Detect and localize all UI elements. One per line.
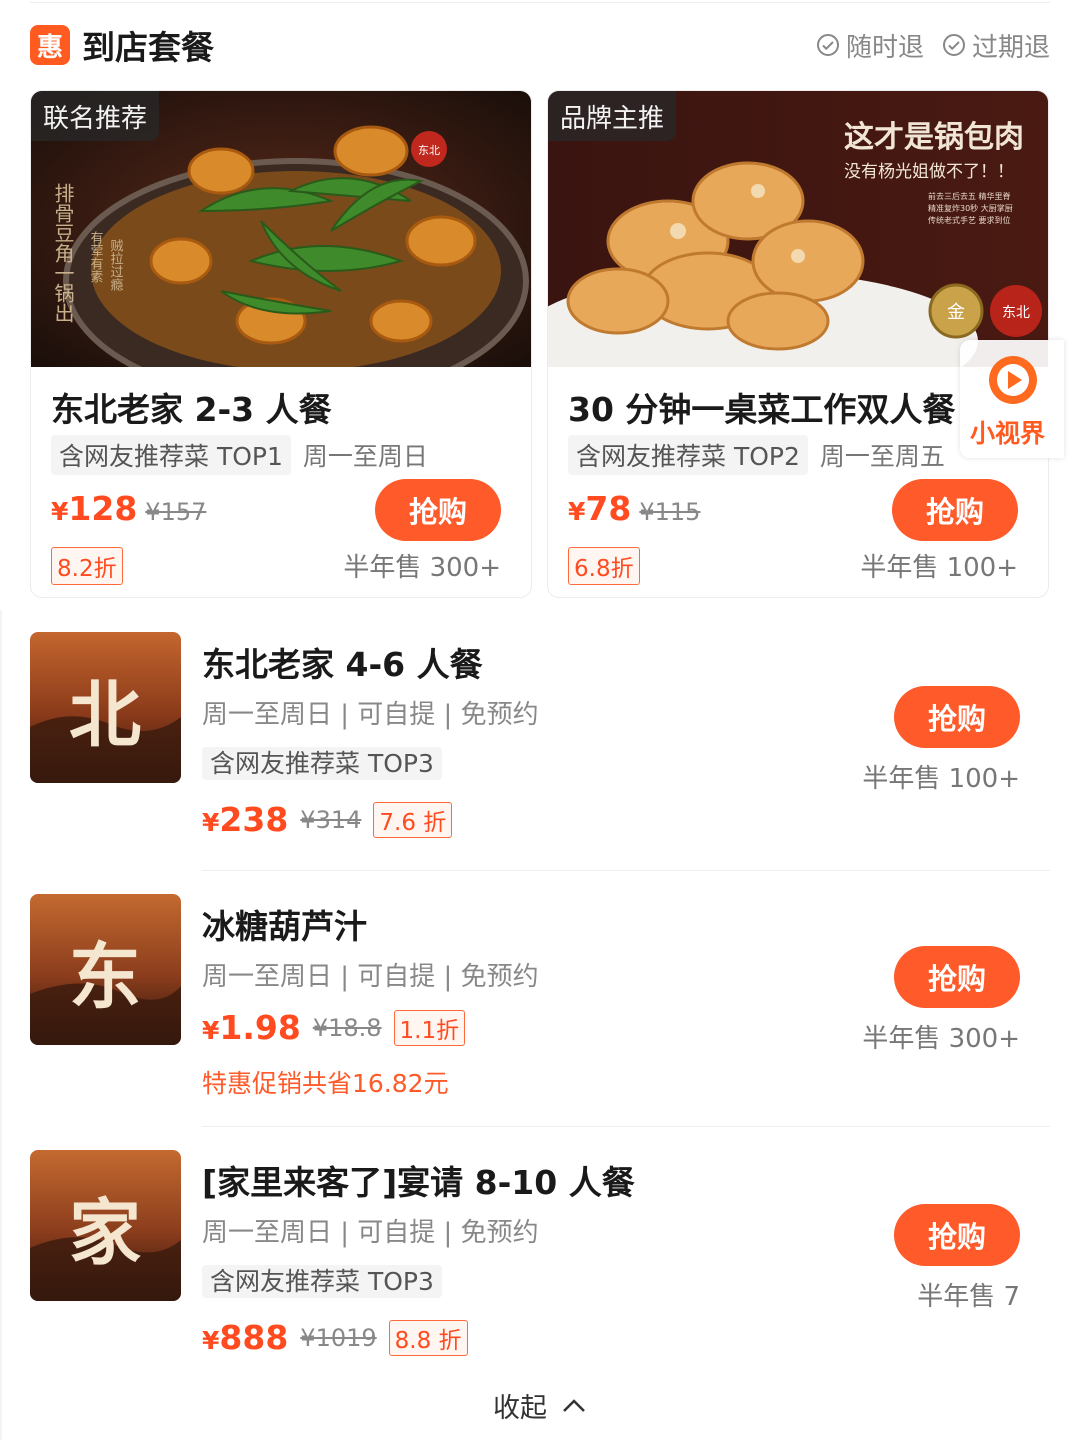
image-side-text: 贼拉过瘾 bbox=[108, 239, 124, 291]
original-price: ¥1019 bbox=[300, 1323, 377, 1352]
image-vertical-text: 排骨豆角一锅出 bbox=[51, 183, 75, 323]
price-row: ¥78 ¥115 bbox=[568, 489, 700, 528]
original-price: ¥18.8 bbox=[312, 1013, 382, 1042]
deal-meta: 周一至周日 | 可自提 | 免预约 bbox=[202, 1218, 539, 1248]
deal-title: 冰糖葫芦汁 bbox=[202, 907, 367, 946]
price-row: ¥128 ¥157 bbox=[51, 489, 206, 528]
deal-thumbnail: 东 bbox=[30, 894, 181, 1045]
deal-thumbnail: 北 bbox=[30, 632, 181, 783]
deal-subinfo: 含网友推荐菜 TOP2 周一至周五 bbox=[568, 435, 945, 475]
deal-title: 东北老家 4-6 人餐 bbox=[202, 645, 483, 684]
price-row: ¥888 ¥1019 8.8 折 bbox=[202, 1318, 468, 1357]
little-video-label: 小视界 bbox=[970, 419, 1046, 448]
thumbnail-char: 东 bbox=[69, 934, 141, 1019]
original-price: ¥314 bbox=[300, 805, 362, 834]
image-bullet: 传统老式手艺 要求到位 bbox=[928, 215, 1011, 225]
image-bullet: 精准复炸30秒 大厨掌厨 bbox=[928, 203, 1013, 213]
deal-subinfo: 含网友推荐菜 TOP1 周一至周日 bbox=[51, 435, 428, 475]
check-circle-icon bbox=[942, 34, 965, 56]
current-price: ¥888 bbox=[202, 1318, 289, 1357]
item-divider bbox=[202, 870, 1050, 871]
buy-button[interactable]: 抢购 bbox=[375, 479, 501, 541]
image-subline: 没有杨光姐做不了！！ bbox=[844, 162, 1014, 182]
valid-days: 周一至周日 bbox=[302, 442, 428, 471]
recommend-chip: 含网友推荐菜 TOP3 bbox=[202, 747, 442, 780]
brand-seal-text: 东北 bbox=[418, 144, 440, 157]
price-row: ¥1.98 ¥18.8 1.1折 bbox=[202, 1008, 466, 1047]
featured-deal-card[interactable]: 排骨豆角一锅出 有荤有素 贼拉过瘾 东北 联名推荐 东北老家 2-3 人餐 含网… bbox=[30, 90, 532, 598]
buy-button[interactable]: 抢购 bbox=[892, 479, 1018, 541]
medal-text: 金 bbox=[947, 302, 965, 323]
deal-title: 30 分钟一桌菜工作双人餐 bbox=[568, 390, 956, 429]
valid-days: 周一至周五 bbox=[819, 442, 945, 471]
deal-title: [家里来客了]宴请 8-10 人餐 bbox=[202, 1163, 635, 1202]
current-price: ¥128 bbox=[51, 489, 138, 528]
refund-expired-tag: 过期退 bbox=[942, 27, 1050, 64]
left-edge-divider bbox=[0, 610, 2, 1440]
recommend-chip: 含网友推荐菜 TOP3 bbox=[202, 1265, 442, 1298]
image-side-text: 有荤有素 bbox=[88, 231, 104, 283]
image-bullet: 前去三后去五 精华里脊 bbox=[928, 191, 1011, 201]
little-video-float-button[interactable]: 小视界 bbox=[960, 340, 1064, 458]
discount-badge: 8.8 折 bbox=[388, 1319, 468, 1356]
buy-button[interactable]: 抢购 bbox=[894, 946, 1020, 1008]
sales-count: 半年售 300+ bbox=[343, 553, 501, 583]
original-price: ¥157 bbox=[145, 498, 207, 526]
original-price: ¥115 bbox=[639, 498, 701, 526]
deal-meta: 周一至周日 | 可自提 | 免预约 bbox=[202, 962, 539, 992]
deal-list-item[interactable]: 家 [家里来客了]宴请 8-10 人餐 周一至周日 | 可自提 | 免预约 含网… bbox=[30, 1150, 1050, 1370]
chevron-up-icon bbox=[563, 1398, 585, 1412]
discount-badge: 6.8折 bbox=[568, 547, 640, 585]
deal-meta: 周一至周日 | 可自提 | 免预约 bbox=[202, 700, 539, 730]
top-divider bbox=[30, 2, 1050, 3]
refund-anytime-tag: 随时退 bbox=[816, 27, 924, 64]
refund-tags: 随时退 过期退 bbox=[816, 27, 1050, 64]
play-icon bbox=[989, 356, 1037, 404]
card-tag-label: 品牌主推 bbox=[548, 91, 677, 141]
recommend-chip: 含网友推荐菜 TOP1 bbox=[51, 435, 291, 475]
current-price: ¥1.98 bbox=[202, 1008, 301, 1047]
current-price: ¥238 bbox=[202, 800, 289, 839]
item-divider bbox=[202, 1126, 1050, 1127]
sales-count: 半年售 100+ bbox=[860, 553, 1018, 583]
discount-badge: 7.6 折 bbox=[373, 801, 453, 838]
buy-button[interactable]: 抢购 bbox=[894, 686, 1020, 748]
deal-thumbnail: 家 bbox=[30, 1150, 181, 1301]
card-tag-label: 联名推荐 bbox=[31, 91, 160, 141]
discount-badge-icon: 惠 bbox=[30, 25, 70, 65]
discount-badge: 1.1折 bbox=[393, 1009, 466, 1046]
collapse-button[interactable]: 收起 bbox=[0, 1386, 1080, 1425]
promo-savings-text: 特惠促销共省16.82元 bbox=[202, 1069, 449, 1098]
section-title: 到店套餐 bbox=[82, 28, 214, 67]
thumbnail-char: 北 bbox=[69, 672, 141, 757]
check-circle-icon bbox=[816, 34, 839, 56]
sales-count: 半年售 300+ bbox=[862, 1024, 1020, 1054]
brand-seal-text: 东北 bbox=[1002, 305, 1030, 321]
refund-expired-label: 过期退 bbox=[971, 32, 1050, 63]
current-price: ¥78 bbox=[568, 489, 632, 528]
recommend-chip: 含网友推荐菜 TOP2 bbox=[568, 435, 808, 475]
deal-title: 东北老家 2-3 人餐 bbox=[51, 390, 332, 429]
discount-badge: 8.2折 bbox=[51, 547, 123, 585]
thumbnail-char: 家 bbox=[69, 1190, 141, 1275]
image-headline: 这才是锅包肉 bbox=[844, 120, 1024, 155]
sales-count: 半年售 7 bbox=[917, 1282, 1020, 1312]
collapse-label: 收起 bbox=[493, 1393, 547, 1424]
deal-list-item[interactable]: 北 东北老家 4-6 人餐 周一至周日 | 可自提 | 免预约 含网友推荐菜 T… bbox=[30, 632, 1050, 872]
sales-count: 半年售 100+ bbox=[862, 764, 1020, 794]
deal-list-item[interactable]: 东 冰糖葫芦汁 周一至周日 | 可自提 | 免预约 ¥1.98 ¥18.8 1.… bbox=[30, 894, 1050, 1134]
buy-button[interactable]: 抢购 bbox=[894, 1204, 1020, 1266]
refund-anytime-label: 随时退 bbox=[845, 32, 924, 63]
price-row: ¥238 ¥314 7.6 折 bbox=[202, 800, 453, 839]
section-header: 惠 到店套餐 随时退 过期退 bbox=[30, 22, 1050, 68]
